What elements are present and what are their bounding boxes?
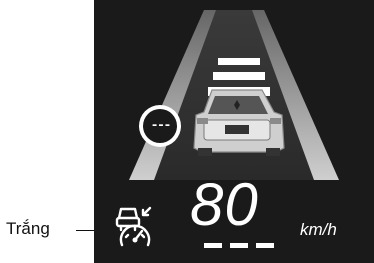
lane-departure-indicator-icon: --- [139,105,181,147]
speed-readout: 80 [190,171,259,238]
callout-label: Trắng [6,219,50,238]
instrument-display: --- 80 km/h [94,0,374,263]
dash-segment [204,243,222,248]
speed-unit: km/h [300,220,337,239]
lane-indicator-text: --- [150,118,171,134]
set-speed-dashes [204,243,274,248]
lane-road-graphic [129,10,339,180]
dash-segment [230,243,248,248]
dash-segment [256,243,274,248]
car-speedometer-icon [115,206,152,247]
